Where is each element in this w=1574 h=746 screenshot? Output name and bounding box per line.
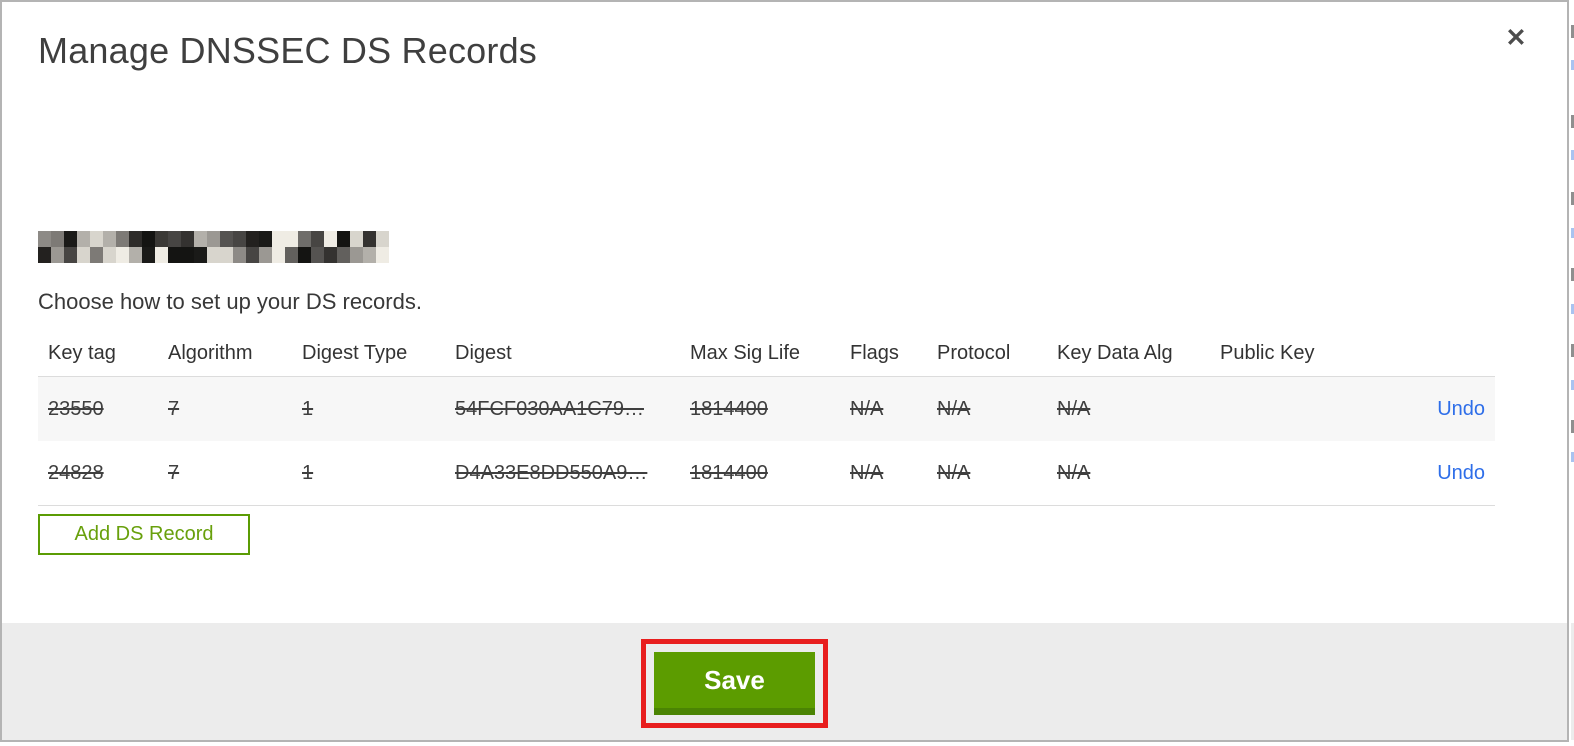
table-cell-digest: D4A33E8DD550A9… bbox=[455, 461, 648, 484]
annotation-highlight-box: Save bbox=[641, 639, 828, 728]
undo-link[interactable]: Undo bbox=[1437, 462, 1485, 484]
table-cell-action: Undo bbox=[1370, 462, 1495, 485]
table-cell-protocol: N/A bbox=[937, 461, 971, 484]
table-body: 23550 7 1 54FCF030AA1C79… 1814400 N/A N/A N/A Un… bbox=[38, 376, 1495, 506]
dnssec-ds-records-modal: Manage DNSSEC DS Records ✕ Choose how to… bbox=[0, 0, 1569, 742]
table-cell-flags: N/A bbox=[850, 397, 884, 420]
table-cell-key_tag: 23550 bbox=[48, 397, 104, 420]
page: Manage DNSSEC DS Records ✕ Choose how to… bbox=[0, 0, 1574, 746]
column-header-key_tag: Key tag bbox=[48, 341, 116, 364]
table-cell-max_sig_life: 1814400 bbox=[690, 397, 768, 420]
table-row: 23550 7 1 54FCF030AA1C79… 1814400 N/A N/A N/A Un… bbox=[38, 377, 1495, 441]
table-cell-key_data_alg: N/A bbox=[1057, 461, 1091, 484]
column-header-max_sig_life: Max Sig Life bbox=[690, 341, 801, 364]
table-cell-algorithm: 7 bbox=[168, 397, 180, 420]
table-row: 24828 7 1 D4A33E8DD550A9… 1814400 N/A N/A N/A Un… bbox=[38, 441, 1495, 505]
column-header-key_data_alg: Key Data Alg bbox=[1057, 341, 1173, 364]
table-header-row: Key tag Algorithm Digest Type Digest Max Sig… bbox=[38, 330, 1495, 376]
table-cell-protocol: N/A bbox=[937, 397, 971, 420]
table-cell-digest_type: 1 bbox=[302, 461, 314, 484]
table-cell-digest: 54FCF030AA1C79… bbox=[455, 397, 644, 420]
column-header-algorithm: Algorithm bbox=[168, 341, 253, 364]
table-cell-algorithm: 7 bbox=[168, 461, 180, 484]
modal-title: Manage DNSSEC DS Records bbox=[38, 30, 537, 71]
column-header-digest: Digest bbox=[455, 341, 512, 364]
undo-link[interactable]: Undo bbox=[1437, 398, 1485, 420]
table-cell-flags: N/A bbox=[850, 461, 884, 484]
save-button[interactable]: Save bbox=[654, 652, 815, 715]
table-cell-key_data_alg: N/A bbox=[1057, 397, 1091, 420]
close-icon[interactable]: ✕ bbox=[1500, 22, 1532, 54]
table-cell-max_sig_life: 1814400 bbox=[690, 461, 768, 484]
column-header-digest_type: Digest Type bbox=[302, 341, 408, 364]
table-cell-action: Undo bbox=[1370, 398, 1495, 421]
add-ds-record-button[interactable]: Add DS Record bbox=[38, 514, 250, 555]
instruction-text: Choose how to set up your DS records. bbox=[38, 289, 422, 314]
table-cell-digest_type: 1 bbox=[302, 397, 314, 420]
redacted-domain-name bbox=[38, 231, 389, 263]
column-header-flags: Flags bbox=[850, 341, 899, 364]
ds-records-table: Key tag Algorithm Digest Type Digest Max Sig… bbox=[38, 330, 1495, 506]
table-cell-key_tag: 24828 bbox=[48, 461, 104, 484]
column-header-protocol: Protocol bbox=[937, 341, 1011, 364]
column-header-public_key: Public Key bbox=[1220, 341, 1315, 364]
